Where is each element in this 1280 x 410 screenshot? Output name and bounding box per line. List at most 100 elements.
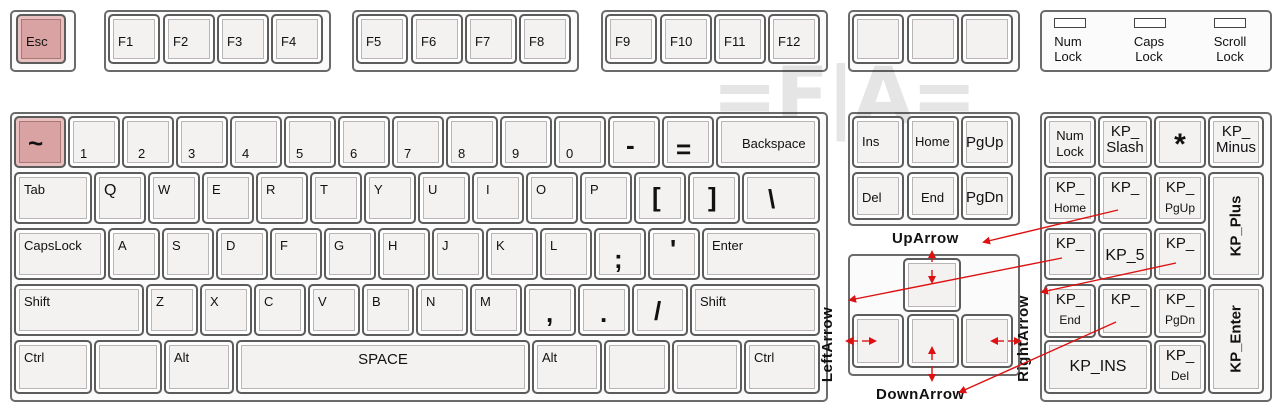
key-kp-5[interactable]: KP_5 — [1098, 228, 1152, 280]
key-left-ctrl[interactable]: Ctrl — [14, 340, 92, 394]
key-f12[interactable]: F12 — [768, 14, 820, 64]
key-t[interactable]: T — [310, 172, 362, 224]
key-tilde[interactable]: ~ — [14, 116, 66, 168]
key-f9[interactable]: F9 — [605, 14, 657, 64]
key-f5[interactable]: F5 — [356, 14, 408, 64]
key-kp-plus[interactable]: KP_Plus — [1208, 172, 1264, 280]
key-u[interactable]: U — [418, 172, 470, 224]
key-left-alt[interactable]: Alt — [164, 340, 234, 394]
key-pgup[interactable]: PgUp — [961, 116, 1013, 168]
key-kp-minus[interactable]: KP_ Minus — [1208, 116, 1264, 168]
key-5[interactable]: 5 — [284, 116, 336, 168]
key-f4[interactable]: F4 — [271, 14, 323, 64]
key-f1[interactable]: F1 — [108, 14, 160, 64]
key-minus[interactable]: - — [608, 116, 660, 168]
key-enter[interactable]: Enter — [702, 228, 820, 280]
key-8[interactable]: 8 — [446, 116, 498, 168]
key-esc[interactable]: Esc — [16, 14, 66, 64]
key-left-win[interactable] — [94, 340, 162, 394]
key-6[interactable]: 6 — [338, 116, 390, 168]
key-home[interactable]: Home — [907, 116, 959, 168]
key-menu[interactable] — [672, 340, 742, 394]
key-2[interactable]: 2 — [122, 116, 174, 168]
key-n[interactable]: N — [416, 284, 468, 336]
key-right-ctrl[interactable]: Ctrl — [744, 340, 820, 394]
key-kp-end[interactable]: KP_ End — [1044, 284, 1096, 338]
key-h[interactable]: H — [378, 228, 430, 280]
key-f3[interactable]: F3 — [217, 14, 269, 64]
key-v[interactable]: V — [308, 284, 360, 336]
key-x[interactable]: X — [200, 284, 252, 336]
key-m[interactable]: M — [470, 284, 522, 336]
key-kp-multiply[interactable]: * — [1154, 116, 1206, 168]
key-kp-ins[interactable]: KP_INS — [1044, 340, 1152, 394]
key-f8[interactable]: F8 — [519, 14, 571, 64]
key-capslock[interactable]: CapsLock — [14, 228, 106, 280]
key-backspace[interactable]: Backspace — [716, 116, 820, 168]
key-f[interactable]: F — [270, 228, 322, 280]
key-p[interactable]: P — [580, 172, 632, 224]
key-w[interactable]: W — [148, 172, 200, 224]
key-9[interactable]: 9 — [500, 116, 552, 168]
key-blank-1[interactable] — [852, 14, 904, 64]
key-3[interactable]: 3 — [176, 116, 228, 168]
key-kp-up[interactable]: KP_ — [1098, 172, 1152, 224]
key-blank-2[interactable] — [907, 14, 959, 64]
key-space[interactable]: SPACE — [236, 340, 530, 394]
key-kp-enter[interactable]: KP_Enter — [1208, 284, 1264, 394]
key-end[interactable]: End — [907, 172, 959, 220]
key-kp-pgup[interactable]: KP_ PgUp — [1154, 172, 1206, 224]
key-b[interactable]: B — [362, 284, 414, 336]
key-e[interactable]: E — [202, 172, 254, 224]
key-0[interactable]: 0 — [554, 116, 606, 168]
key-kp-del[interactable]: KP_ Del — [1154, 340, 1206, 394]
key-r[interactable]: R — [256, 172, 308, 224]
key-d[interactable]: D — [216, 228, 268, 280]
key-kp-right[interactable]: KP_ — [1154, 228, 1206, 280]
key-left-shift[interactable]: Shift — [14, 284, 144, 336]
key-kp-left[interactable]: KP_ — [1044, 228, 1096, 280]
key-f11[interactable]: F11 — [714, 14, 766, 64]
key-right-shift[interactable]: Shift — [690, 284, 820, 336]
key-period[interactable]: . — [578, 284, 630, 336]
key-k[interactable]: K — [486, 228, 538, 280]
key-right-bracket[interactable]: ] — [688, 172, 740, 224]
key-o[interactable]: O — [526, 172, 578, 224]
key-i[interactable]: I — [472, 172, 524, 224]
key-kp-home[interactable]: KP_ Home — [1044, 172, 1096, 224]
key-right-alt[interactable]: Alt — [532, 340, 602, 394]
key-f2[interactable]: F2 — [163, 14, 215, 64]
key-j[interactable]: J — [432, 228, 484, 280]
key-tab[interactable]: Tab — [14, 172, 92, 224]
key-left-bracket[interactable]: [ — [634, 172, 686, 224]
key-ins[interactable]: Ins — [852, 116, 904, 168]
key-left-arrow[interactable] — [852, 314, 904, 368]
key-z[interactable]: Z — [146, 284, 198, 336]
key-f10[interactable]: F10 — [660, 14, 712, 64]
key-f6[interactable]: F6 — [411, 14, 463, 64]
key-g[interactable]: G — [324, 228, 376, 280]
key-comma[interactable]: , — [524, 284, 576, 336]
key-blank-3[interactable] — [961, 14, 1013, 64]
key-up-arrow[interactable] — [903, 258, 961, 312]
key-right-win[interactable] — [604, 340, 670, 394]
key-1[interactable]: 1 — [68, 116, 120, 168]
key-equal[interactable]: = — [662, 116, 714, 168]
key-s[interactable]: S — [162, 228, 214, 280]
key-kp-down[interactable]: KP_ — [1098, 284, 1152, 338]
key-kp-slash[interactable]: KP_ Slash — [1098, 116, 1152, 168]
key-q[interactable]: Q — [94, 172, 146, 224]
key-numlock[interactable]: Num Lock — [1044, 116, 1096, 168]
key-kp-pgdn[interactable]: KP_ PgDn — [1154, 284, 1206, 338]
key-del[interactable]: Del — [852, 172, 904, 220]
key-4[interactable]: 4 — [230, 116, 282, 168]
key-pgdn[interactable]: PgDn — [961, 172, 1013, 220]
key-semicolon[interactable]: ; — [594, 228, 646, 280]
key-right-arrow[interactable] — [961, 314, 1013, 368]
key-f7[interactable]: F7 — [465, 14, 517, 64]
key-l[interactable]: L — [540, 228, 592, 280]
key-quote[interactable]: ' — [648, 228, 700, 280]
key-7[interactable]: 7 — [392, 116, 444, 168]
key-slash[interactable]: / — [632, 284, 688, 336]
key-c[interactable]: C — [254, 284, 306, 336]
